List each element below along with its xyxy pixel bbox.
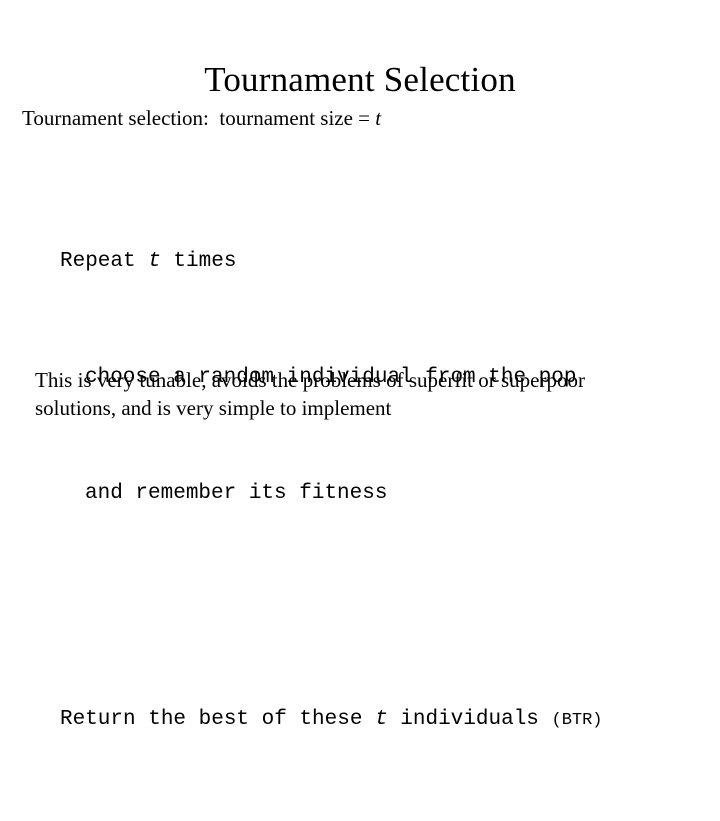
page-title: Tournament Selection [204, 60, 516, 100]
closing-paragraph-line-1: This is very tunable, avoids the problem… [35, 368, 585, 392]
pseudocode-return-keyword: Return the best of these [60, 708, 376, 731]
pseudocode-repeat-keyword: Repeat [60, 250, 149, 273]
pseudocode-line-repeat: Repeat t times [60, 247, 603, 276]
pseudocode-remember-text: and remember its fitness [85, 482, 388, 505]
closing-paragraph: This is very tunable, avoids the problem… [35, 366, 700, 422]
pseudocode-btr-note: (BTR) [551, 711, 603, 730]
definition-prefix-text: Tournament selection: tournament size = [22, 106, 376, 130]
pseudocode-line-remember: and remember its fitness [60, 479, 603, 508]
pseudocode-variable-t-1: t [148, 250, 161, 273]
definition-variable-t: t [375, 106, 382, 130]
slide-canvas: Tournament Selection Tournament selectio… [0, 0, 720, 731]
closing-paragraph-line-2: solutions, and is very simple to impleme… [35, 396, 392, 420]
pseudocode-variable-t-2: t [375, 708, 388, 731]
pseudocode-return-suffix: individuals [387, 708, 552, 731]
pseudocode-line-blank [60, 595, 603, 618]
pseudocode-block: Repeat t times choose a random individua… [60, 160, 603, 821]
definition-line: Tournament selection: tournament size = … [22, 105, 381, 131]
pseudocode-line-return: Return the best of these t individuals (… [60, 705, 603, 734]
pseudocode-repeat-suffix: times [160, 250, 237, 273]
